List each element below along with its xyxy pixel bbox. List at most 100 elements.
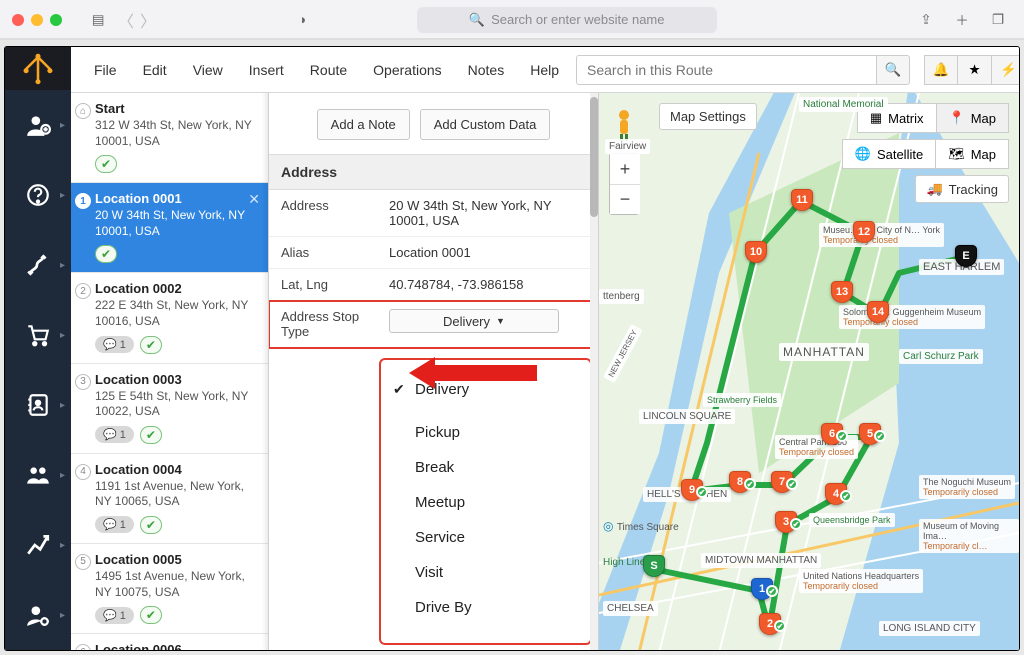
share-icon[interactable]: ⇪ [912, 6, 940, 34]
stop-row[interactable]: 5Location 00051495 1st Avenue, New York,… [71, 544, 268, 634]
sidebar-toggle-icon[interactable]: ▤ [84, 6, 112, 34]
value-address: 20 W 34th St, New York, NY 10001, USA [389, 190, 598, 236]
minimize-window-icon[interactable] [31, 14, 43, 26]
rail-users[interactable]: ▸ [5, 440, 71, 510]
stop-type-option[interactable]: Visit [385, 555, 586, 590]
map-marker[interactable]: 6✔ [821, 423, 843, 449]
stop-type-option[interactable]: Break [385, 450, 586, 485]
matrix-view-button[interactable]: ▦Matrix [857, 103, 937, 133]
stop-type-option[interactable]: Pickup [385, 415, 586, 450]
map-marker[interactable]: 11 [791, 189, 813, 215]
address-placeholder: Search or enter website name [491, 12, 664, 27]
rail-help[interactable]: ▸ [5, 160, 71, 230]
details-scrollbar-thumb[interactable] [590, 97, 598, 217]
menu-edit[interactable]: Edit [130, 56, 180, 84]
left-rail: ▸▸▸▸▸▸▸▸ [5, 47, 71, 650]
value-latlng: 40.748784, -73.986158 [389, 269, 598, 300]
map-marker[interactable]: 13 [831, 281, 853, 307]
rail-analytics[interactable]: ▸ [5, 510, 71, 580]
map-view[interactable]: « [599, 93, 1019, 650]
check-icon: ✔ [696, 486, 708, 498]
stop-row[interactable]: ⌂Start312 W 34th St, New York, NY 10001,… [71, 93, 268, 183]
map-marker[interactable]: 12 [853, 221, 875, 247]
stop-type-option[interactable]: Delivery [385, 372, 586, 407]
map-marker[interactable]: 4✔ [825, 483, 847, 509]
add-custom-data-button[interactable]: Add Custom Data [420, 109, 551, 140]
address-bar[interactable]: 🔍 Search or enter website name [417, 7, 717, 33]
map-marker[interactable]: 14 [867, 301, 889, 327]
tabs-icon[interactable]: ❐ [984, 6, 1012, 34]
rail-add-user[interactable]: ▸ [5, 90, 71, 160]
stop-type-option[interactable]: Drive By [385, 590, 586, 625]
satellite-button[interactable]: 🌐Satellite [842, 139, 936, 169]
add-note-button[interactable]: Add a Note [317, 109, 410, 140]
menu-insert[interactable]: Insert [236, 56, 297, 84]
route-search-input[interactable] [576, 55, 876, 85]
rail-routes[interactable]: ▸ [5, 230, 71, 300]
map-marker[interactable]: 2✔ [759, 613, 781, 639]
map-marker[interactable]: 9✔ [681, 479, 703, 505]
map-marker[interactable]: 10 [745, 241, 767, 267]
route-search-button[interactable]: 🔍 [876, 55, 910, 85]
note-count-badge: 💬 1 [95, 516, 134, 533]
new-tab-icon[interactable]: ＋ [948, 6, 976, 34]
favorite-button[interactable]: ★ [958, 55, 992, 85]
close-icon[interactable]: ✕ [248, 191, 260, 208]
stop-type-select[interactable]: Delivery ▼ [389, 309, 559, 333]
rail-cart[interactable]: ▸ [5, 300, 71, 370]
map-view-button[interactable]: 📍Map [937, 103, 1009, 133]
zoom-in-button[interactable]: + [610, 154, 640, 184]
label-stop-type: Address Stop Type [269, 301, 389, 347]
stop-row[interactable]: 1Location 000120 W 34th St, New York, NY… [71, 183, 268, 273]
map-type-button[interactable]: 🗺Map [936, 139, 1009, 169]
stop-type-option[interactable]: Service [385, 520, 586, 555]
nav-forward-icon[interactable]: 〉 [140, 8, 156, 32]
check-icon: ✔ [840, 490, 852, 502]
chevron-down-icon: ▼ [496, 316, 505, 326]
optimize-button[interactable]: ⚡ [992, 55, 1020, 85]
map-marker[interactable]: 7✔ [771, 471, 793, 497]
stop-row[interactable]: 6Location 0006215 E 73rd St, New York, N… [71, 634, 268, 650]
chevron-right-icon: ▸ [60, 260, 65, 271]
menu-view[interactable]: View [180, 56, 236, 84]
menu-help[interactable]: Help [517, 56, 572, 84]
menu-operations[interactable]: Operations [360, 56, 454, 84]
tracking-button[interactable]: 🚚Tracking [915, 175, 1009, 203]
map-marker[interactable]: 5✔ [859, 423, 881, 449]
zoom-out-button[interactable]: − [610, 184, 640, 214]
nav-back-icon[interactable]: 〈 [118, 8, 134, 32]
map-marker[interactable]: 1✔ [751, 578, 773, 604]
rail-user-settings[interactable]: ▸ [5, 580, 71, 650]
rail-address-book[interactable]: ▸ [5, 370, 71, 440]
menu-route[interactable]: Route [297, 56, 360, 84]
shield-icon[interactable]: ◑ [288, 6, 316, 34]
map-settings-button[interactable]: Map Settings [659, 103, 757, 130]
scrollbar[interactable] [262, 93, 268, 650]
map-marker[interactable]: 3✔ [775, 511, 797, 537]
maximize-window-icon[interactable] [50, 14, 62, 26]
stop-row[interactable]: 4Location 00041191 1st Avenue, New York,… [71, 454, 268, 544]
menu-notes[interactable]: Notes [455, 56, 518, 84]
map-marker[interactable]: S [643, 555, 665, 581]
notifications-button[interactable]: 🔔 [924, 55, 958, 85]
brand-logo[interactable] [5, 47, 71, 90]
chevron-right-icon: ▸ [60, 190, 65, 201]
pegman-icon[interactable] [609, 105, 639, 145]
search-icon: 🔍 [469, 12, 485, 28]
menu-file[interactable]: File [81, 56, 130, 84]
grid-icon: ▦ [870, 110, 882, 126]
stop-type-value: Delivery [443, 314, 490, 329]
map-marker[interactable]: E [955, 245, 977, 271]
check-icon: ✔ [774, 620, 786, 632]
stop-row[interactable]: 3Location 0003125 E 54th St, New York, N… [71, 364, 268, 454]
map-marker[interactable]: 8✔ [729, 471, 751, 497]
menu-bar: FileEditViewInsertRouteOperationsNotesHe… [71, 47, 1019, 93]
stop-row[interactable]: 2Location 0002222 E 34th St, New York, N… [71, 273, 268, 363]
stop-details-panel: Add a Note Add Custom Data Address Addre… [269, 93, 599, 650]
stop-address: 312 W 34th St, New York, NY 10001, USA [95, 118, 258, 149]
section-address-header: Address [269, 154, 598, 190]
check-icon: ✔ [874, 430, 886, 442]
stop-title: Start [95, 101, 258, 116]
close-window-icon[interactable] [12, 14, 24, 26]
stop-type-option[interactable]: Meetup [385, 485, 586, 520]
